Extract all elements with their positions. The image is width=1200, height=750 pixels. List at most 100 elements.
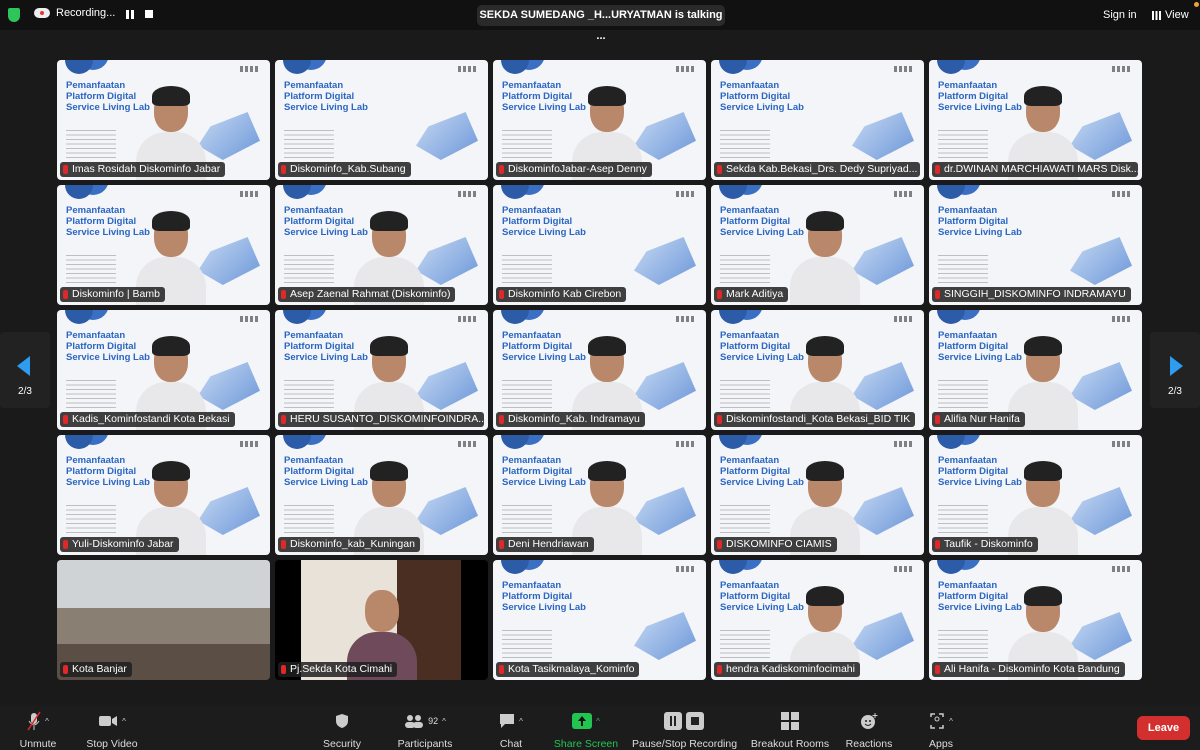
slide-logo xyxy=(458,316,478,322)
slide-logo xyxy=(894,66,914,72)
participant-name-tag: DiskominfoJabar-Asep Denny xyxy=(496,162,652,177)
slide-logo xyxy=(240,316,260,322)
participant-name-tag: Taufik - Diskominfo xyxy=(932,537,1038,552)
slide-illustration xyxy=(1070,362,1132,410)
muted-mic-icon xyxy=(717,665,722,674)
view-button[interactable]: View xyxy=(1152,9,1189,21)
participant-tile[interactable]: Pemanfaatan Platform Digital Service Liv… xyxy=(57,435,270,555)
muted-mic-icon xyxy=(499,540,504,549)
participant-tile[interactable]: Pemanfaatan Platform Digital Service Liv… xyxy=(57,310,270,430)
slide-logo xyxy=(458,441,478,447)
share-screen-button[interactable]: ^ Share Screen xyxy=(553,711,619,750)
slide-logo xyxy=(240,191,260,197)
apps-button[interactable]: ^ Apps xyxy=(926,711,956,750)
slide-title: Pemanfaatan Platform Digital Service Liv… xyxy=(502,580,586,613)
chat-button[interactable]: ^ Chat xyxy=(496,711,526,750)
recording-indicator: Recording... xyxy=(34,7,115,19)
participant-tile[interactable]: Pemanfaatan Platform Digital Service Liv… xyxy=(711,435,924,555)
muted-mic-icon xyxy=(935,290,940,299)
muted-mic-icon xyxy=(499,290,504,299)
participant-tile[interactable]: Pemanfaatan Platform Digital Service Liv… xyxy=(493,435,706,555)
arrow-right-icon xyxy=(1170,356,1183,376)
participant-name-tag: Diskominfo_Kab.Subang xyxy=(278,162,411,177)
slide-text xyxy=(502,130,552,158)
slide-text xyxy=(284,255,334,283)
muted-mic-icon xyxy=(499,165,504,174)
slide-logo xyxy=(894,316,914,322)
participant-tile[interactable]: Pemanfaatan Platform Digital Service Liv… xyxy=(711,560,924,680)
participant-tile[interactable]: Pemanfaatan Platform Digital Service Liv… xyxy=(929,185,1142,305)
participant-tile[interactable]: Pemanfaatan Platform Digital Service Liv… xyxy=(493,60,706,180)
participant-tile[interactable]: Pemanfaatan Platform Digital Service Liv… xyxy=(711,60,924,180)
participant-tile[interactable]: Pemanfaatan Platform Digital Service Liv… xyxy=(929,435,1142,555)
unmute-button[interactable]: ^ Unmute xyxy=(18,711,58,750)
stop-recording-icon[interactable] xyxy=(145,10,153,18)
top-bar: Recording... SEKDA SUMEDANG _H...URYATMA… xyxy=(0,0,1200,42)
slide-logo xyxy=(1112,66,1132,72)
participant-tile[interactable]: Pj.Sekda Kota Cimahi xyxy=(275,560,488,680)
participant-name-tag: Diskominfo_Kab. Indramayu xyxy=(496,412,645,427)
next-page-button[interactable]: 2/3 xyxy=(1150,332,1200,408)
slide-title: Pemanfaatan Platform Digital Service Liv… xyxy=(284,80,368,113)
participant-tile[interactable]: Pemanfaatan Platform Digital Service Liv… xyxy=(493,560,706,680)
muted-mic-icon xyxy=(935,165,940,174)
pause-stop-recording-button[interactable]: Pause/Stop Recording xyxy=(632,711,737,750)
slide-illustration xyxy=(852,612,914,660)
participant-tile[interactable]: Pemanfaatan Platform Digital Service Liv… xyxy=(929,310,1142,430)
muted-mic-icon xyxy=(63,540,68,549)
participant-tile[interactable]: Pemanfaatan Platform Digital Service Liv… xyxy=(493,185,706,305)
participant-tile[interactable]: Kota Banjar xyxy=(57,560,270,680)
slide-text xyxy=(938,630,988,658)
slide-illustration xyxy=(634,237,696,285)
slide-text xyxy=(284,380,334,408)
slide-text xyxy=(284,130,334,158)
slide-illustration xyxy=(416,237,478,285)
muted-mic-icon xyxy=(717,540,722,549)
muted-mic-icon xyxy=(935,540,940,549)
participant-tile[interactable]: Pemanfaatan Platform Digital Service Liv… xyxy=(275,185,488,305)
slide-text xyxy=(66,130,116,158)
participant-name-tag: Imas Rosidah Diskominfo Jabar xyxy=(60,162,226,177)
participants-button[interactable]: 92 ^ Participants xyxy=(396,711,454,750)
participant-tile[interactable]: Pemanfaatan Platform Digital Service Liv… xyxy=(929,60,1142,180)
muted-mic-icon xyxy=(499,415,504,424)
participant-tile[interactable]: Pemanfaatan Platform Digital Service Liv… xyxy=(275,435,488,555)
shield-icon xyxy=(336,714,348,728)
participant-tile[interactable]: Pemanfaatan Platform Digital Service Liv… xyxy=(57,185,270,305)
previous-page-button[interactable]: 2/3 xyxy=(0,332,50,408)
security-shield-icon[interactable] xyxy=(8,8,20,22)
participant-tile[interactable]: Pemanfaatan Platform Digital Service Liv… xyxy=(275,60,488,180)
participant-tile[interactable]: Pemanfaatan Platform Digital Service Liv… xyxy=(711,310,924,430)
participant-name-tag: Kadis_Kominfostandi Kota Bekasi xyxy=(60,412,235,427)
slide-logo xyxy=(1112,566,1132,572)
participant-name-tag: hendra Kadiskominfocimahi xyxy=(714,662,860,677)
security-button[interactable]: Security xyxy=(320,711,364,750)
participant-tile[interactable]: Pemanfaatan Platform Digital Service Liv… xyxy=(929,560,1142,680)
slide-illustration xyxy=(852,487,914,535)
video-camera-icon xyxy=(99,716,118,726)
participant-tile[interactable]: Pemanfaatan Platform Digital Service Liv… xyxy=(493,310,706,430)
participant-name-tag: Diskominfo_kab_Kuningan xyxy=(278,537,420,552)
slide-logo xyxy=(676,191,696,197)
muted-mic-icon xyxy=(281,165,286,174)
pause-recording-icon[interactable] xyxy=(126,10,134,19)
breakout-rooms-button[interactable]: Breakout Rooms xyxy=(750,711,830,750)
reactions-button[interactable]: Reactions xyxy=(845,711,893,750)
participant-tile[interactable]: Pemanfaatan Platform Digital Service Liv… xyxy=(275,310,488,430)
slide-text xyxy=(502,505,552,533)
active-speaker-banner: SEKDA SUMEDANG _H...URYATMAN is talking … xyxy=(477,5,725,42)
slide-illustration xyxy=(634,487,696,535)
leave-button[interactable]: Leave xyxy=(1137,716,1190,740)
slide-logo xyxy=(676,66,696,72)
stop-video-button[interactable]: ^ Stop Video xyxy=(84,711,140,750)
participant-name-tag: Kota Banjar xyxy=(60,662,132,677)
smiley-plus-icon xyxy=(861,713,878,729)
muted-mic-icon xyxy=(281,415,286,424)
muted-mic-icon xyxy=(717,415,722,424)
sign-in-link[interactable]: Sign in xyxy=(1103,9,1137,21)
muted-mic-icon xyxy=(63,165,68,174)
muted-mic-icon xyxy=(935,665,940,674)
participant-tile[interactable]: Pemanfaatan Platform Digital Service Liv… xyxy=(57,60,270,180)
participant-tile[interactable]: Pemanfaatan Platform Digital Service Liv… xyxy=(711,185,924,305)
slide-text xyxy=(720,255,770,283)
